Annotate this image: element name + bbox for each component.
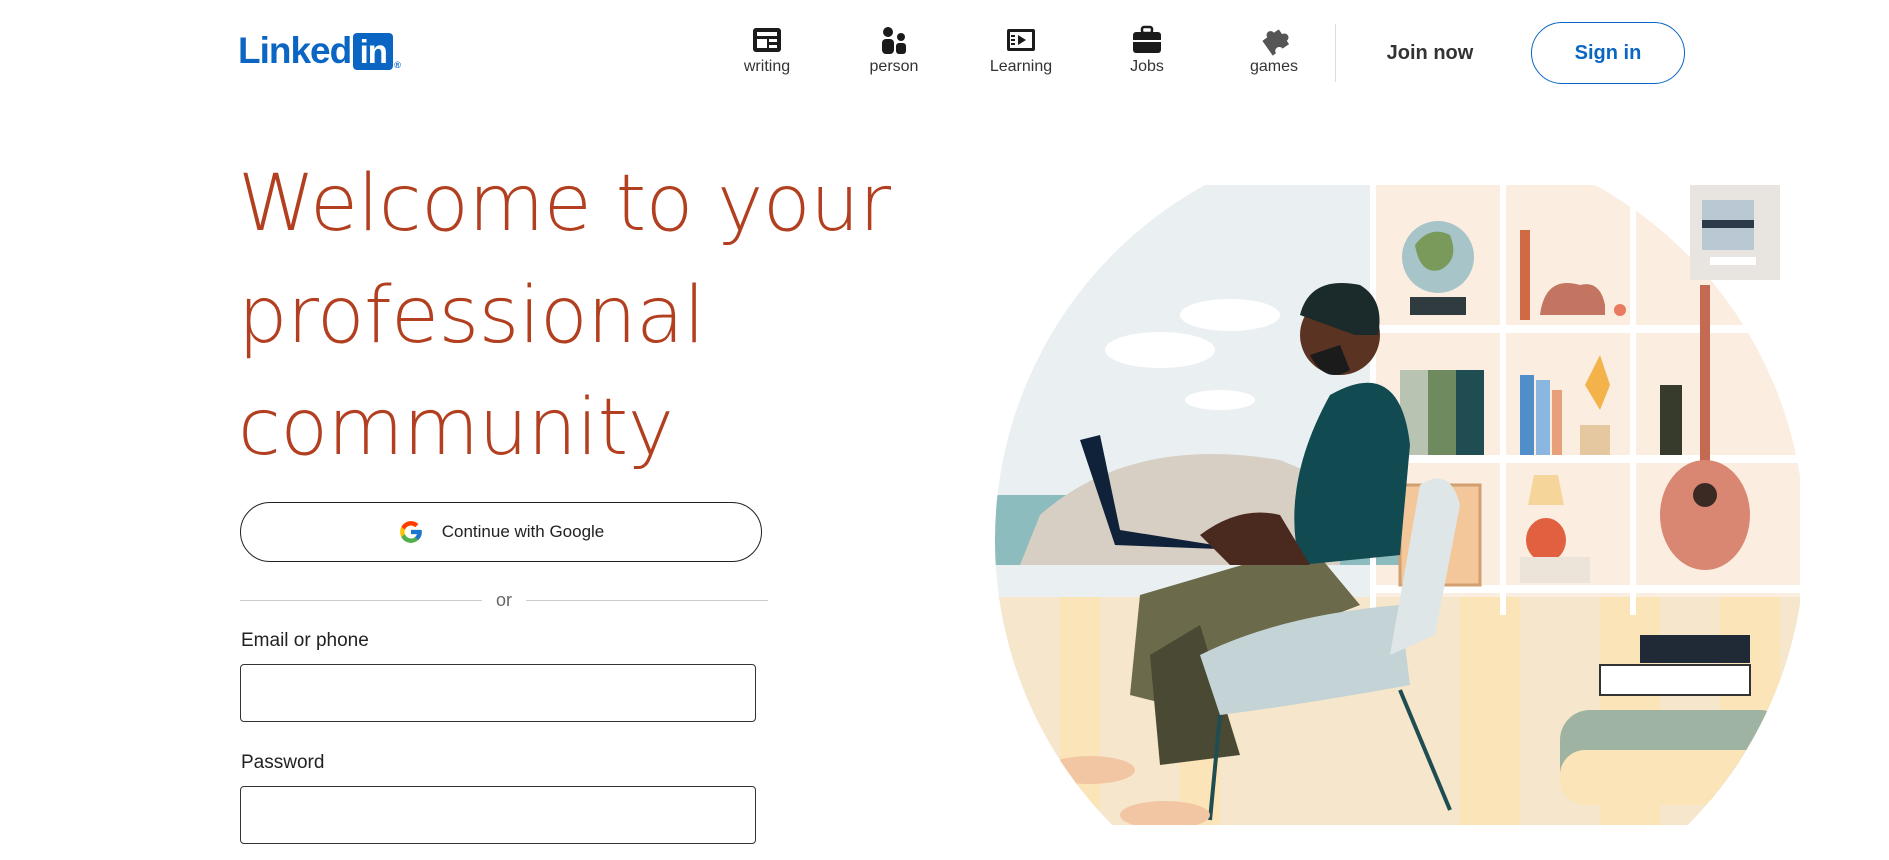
email-field[interactable] [240, 664, 756, 722]
nav-label-writing: writing [743, 58, 791, 75]
password-field[interactable] [240, 786, 756, 844]
hero-headline: Welcome to your professional community [238, 148, 938, 484]
or-text: or [496, 589, 513, 610]
video-icon [1007, 29, 1035, 51]
hero-headline-line-3: community [238, 383, 674, 473]
puzzle-icon [1262, 29, 1290, 56]
continue-with-google-button[interactable]: Continue with Google [240, 502, 762, 562]
people-icon [882, 27, 906, 54]
or-divider-line-left [240, 599, 482, 601]
google-button-label: Continue with Google [441, 522, 605, 541]
nav-label-learning: Learning [989, 58, 1053, 75]
hero-headline-line-2: professional [238, 271, 705, 361]
illustration-background [995, 185, 1800, 825]
google-icon [399, 521, 422, 543]
hero-illustration [995, 185, 1800, 825]
page: Linked in ® writing person Learning Jobs… [0, 0, 1889, 860]
password-label: Password [241, 752, 325, 773]
nav-label-person: person [869, 58, 919, 75]
nav-item-writing[interactable]: writing [722, 24, 812, 76]
nav-item-learning[interactable]: Learning [976, 24, 1066, 76]
or-divider-line-right [526, 599, 769, 601]
logo-text: Linked [238, 30, 352, 71]
nav-item-jobs[interactable]: Jobs [1102, 24, 1192, 76]
logo-registered-mark: ® [394, 60, 401, 70]
nav-divider [1335, 24, 1336, 82]
or-divider: or [240, 588, 769, 612]
article-icon [753, 28, 781, 52]
nav-label-jobs: Jobs [1130, 58, 1164, 75]
linkedin-logo[interactable]: Linked in ® [238, 30, 401, 72]
hero-headline-line-1: Welcome to your [238, 159, 891, 249]
sign-in-button[interactable]: Sign in [1531, 22, 1685, 84]
join-now-button[interactable]: Join now [1365, 22, 1495, 84]
email-label: Email or phone [241, 630, 369, 651]
nav-item-games[interactable]: games [1229, 24, 1319, 76]
nav-label-games: games [1249, 58, 1299, 75]
briefcase-icon [1133, 25, 1161, 53]
nav-item-person[interactable]: person [849, 24, 939, 76]
logo-in-box: in [353, 32, 394, 70]
